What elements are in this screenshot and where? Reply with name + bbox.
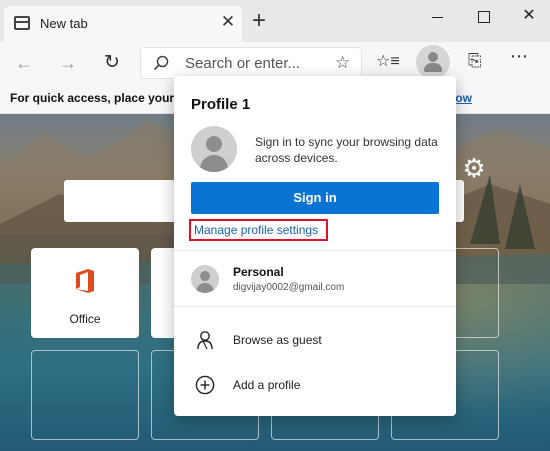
address-bar[interactable]: Search or enter... ☆ [140, 47, 362, 79]
account-email: digvijay0002@gmail.com [233, 282, 345, 293]
tab-close-icon[interactable]: ✕ [218, 12, 238, 32]
close-window-button[interactable]: ✕ [506, 2, 550, 32]
profile-flyout: Profile 1 Sign in to sync your browsing … [174, 76, 456, 416]
back-button[interactable]: ← [10, 49, 38, 77]
favorites-bar-hint: For quick access, place your fa [10, 91, 189, 105]
avatar-head [206, 136, 222, 152]
signin-description: Sign in to sync your browsing data acros… [255, 135, 438, 165]
minimize-button[interactable] [414, 2, 460, 32]
profile-title: Profile 1 [191, 96, 251, 113]
more-menu-icon[interactable]: ⋯ [510, 46, 529, 67]
search-icon [153, 55, 169, 71]
avatar-body [196, 283, 214, 293]
quick-link-tile-office[interactable]: Office [31, 248, 139, 338]
guest-user-icon [197, 331, 213, 350]
feedback-icon[interactable]: ⎘ [468, 51, 482, 71]
forward-button[interactable]: → [54, 49, 82, 77]
tab-page-icon [14, 16, 30, 30]
favorites-icon[interactable]: ☆≡ [376, 51, 400, 71]
profile-avatar-body [424, 63, 442, 72]
favorite-star-icon[interactable]: ☆ [335, 53, 350, 73]
tile-label: Office [69, 312, 101, 326]
quick-link-tile-empty[interactable] [31, 350, 139, 440]
add-a-profile-item[interactable]: Add a profile [233, 378, 300, 392]
add-profile-icon [195, 375, 215, 395]
divider [174, 250, 456, 251]
profile-avatar-icon [191, 126, 237, 172]
new-tab-button[interactable]: + [248, 9, 270, 33]
account-name[interactable]: Personal [233, 265, 284, 279]
page-settings-gear-icon[interactable]: ⚙ [460, 154, 488, 182]
office-logo-icon [76, 269, 94, 293]
sign-in-button[interactable]: Sign in [191, 182, 439, 214]
refresh-button[interactable]: ↻ [98, 49, 126, 77]
address-input[interactable]: Search or enter... [185, 55, 300, 72]
title-bar: New tab ✕ + ✕ [0, 0, 550, 42]
browse-as-guest-item[interactable]: Browse as guest [233, 333, 322, 347]
divider [174, 306, 456, 307]
manage-profile-settings-link[interactable]: Manage profile settings [189, 219, 328, 241]
profile-avatar-icon [428, 52, 438, 62]
maximize-button[interactable] [460, 2, 506, 32]
avatar-head [200, 271, 210, 281]
tab-title: New tab [40, 16, 88, 31]
account-avatar-icon[interactable] [191, 265, 219, 293]
profile-button[interactable] [416, 45, 450, 79]
avatar-body [200, 155, 228, 172]
tab-new-tab[interactable]: New tab ✕ [4, 6, 242, 42]
